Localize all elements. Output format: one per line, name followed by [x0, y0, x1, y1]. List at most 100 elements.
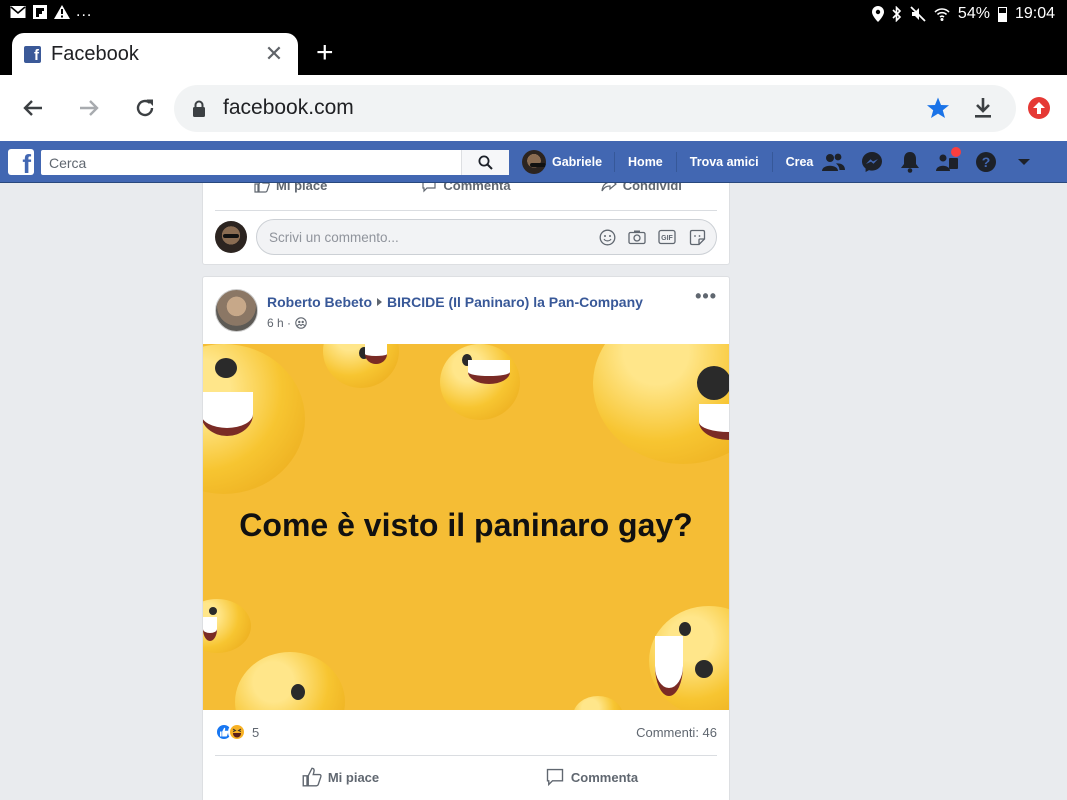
sticker-button[interactable]	[688, 228, 706, 246]
reload-button[interactable]	[129, 92, 161, 124]
post-actions: Mi piace Commenta	[215, 764, 717, 790]
laughing-emoji-center	[440, 344, 520, 420]
bluetooth-icon	[892, 6, 902, 22]
post-image[interactable]: Come è visto il paninaro gay?	[203, 344, 729, 710]
system-icons: 54% 19:04	[871, 5, 1055, 23]
reload-icon	[136, 99, 154, 117]
like-button[interactable]: Mi piace	[203, 183, 378, 195]
share-icon	[601, 183, 617, 192]
post-options-button[interactable]: •••	[695, 287, 717, 305]
download-icon[interactable]	[972, 96, 994, 120]
search-icon	[478, 155, 493, 170]
comment-input[interactable]	[269, 229, 598, 245]
user-avatar	[215, 221, 247, 253]
post-image-caption: Come è visto il paninaro gay?	[239, 507, 693, 543]
quick-help-button[interactable]	[936, 146, 961, 174]
gif-button[interactable]: GIF	[658, 228, 676, 246]
forward-arrow-icon	[80, 100, 99, 116]
search-input[interactable]	[41, 150, 461, 175]
like-label: Mi piace	[327, 769, 380, 785]
battery-icon	[997, 6, 1007, 22]
comment-label: Commenta	[443, 183, 511, 193]
comment-box[interactable]: GIF	[256, 219, 717, 255]
tab-strip: f Facebook ✕ +	[0, 30, 1067, 75]
like-button[interactable]: Mi piace	[215, 764, 466, 790]
laughing-emoji-bottom	[235, 652, 345, 710]
camera-icon	[628, 230, 646, 245]
laughing-emoji-top	[323, 344, 399, 388]
battery-percent: 54%	[957, 5, 990, 22]
comment-button[interactable]: Commenta	[466, 764, 717, 790]
header-icons: ?	[822, 141, 1035, 183]
friends-icon	[822, 153, 845, 171]
chrome-update-button[interactable]	[1028, 97, 1050, 119]
header-nav: Gabriele Home Trova amici Crea	[520, 141, 826, 183]
nav-home[interactable]: Home	[614, 152, 676, 172]
tab-title: Facebook	[51, 42, 139, 65]
like-label: Mi piace	[276, 183, 328, 193]
photo-button[interactable]	[628, 228, 646, 246]
group-name[interactable]: BIRCIDE (Il Paninaro) la Pan-Company	[387, 294, 643, 310]
laughing-emoji-small	[203, 599, 251, 653]
nav-create[interactable]: Crea	[771, 152, 827, 172]
profile-link[interactable]: Gabriele	[520, 150, 614, 174]
svg-text:GIF: GIF	[661, 235, 673, 242]
bell-icon	[900, 152, 919, 173]
mute-icon	[910, 6, 926, 22]
url-text: facebook.com	[223, 96, 354, 119]
facebook-favicon-icon: f	[24, 45, 41, 63]
close-tab-button[interactable]: ✕	[262, 41, 286, 67]
forward-button[interactable]	[73, 92, 105, 124]
help-button[interactable]: ?	[974, 151, 997, 174]
previous-post-actions: Mi piace Commenta Condividi	[203, 183, 729, 195]
account-menu-button[interactable]	[1012, 151, 1035, 174]
nav-find-friends[interactable]: Trova amici	[675, 152, 772, 172]
messenger-button[interactable]	[860, 151, 883, 174]
new-tab-button[interactable]: +	[316, 36, 334, 70]
status-bar: ... 54% 19:04	[0, 0, 1067, 30]
share-label: Condividi	[622, 183, 682, 193]
flipboard-icon	[33, 5, 47, 19]
comment-label: Commenta	[570, 769, 639, 785]
reactions-count[interactable]: 5	[252, 725, 259, 740]
haha-reaction-icon[interactable]	[228, 723, 246, 741]
emoji-button[interactable]	[598, 228, 616, 246]
wifi-icon	[934, 8, 950, 21]
bookmark-star-icon[interactable]	[926, 96, 950, 120]
address-bar[interactable]: facebook.com	[174, 85, 1016, 132]
author-name[interactable]: Roberto Bebeto	[267, 294, 372, 310]
friend-requests-button[interactable]	[822, 151, 845, 174]
laughing-emoji-peek	[573, 696, 623, 710]
back-arrow-icon	[23, 100, 42, 116]
sticker-icon	[689, 229, 705, 245]
comment-button[interactable]: Commenta	[378, 183, 553, 195]
update-arrow-icon	[1033, 102, 1045, 114]
post-title: Roberto Bebeto BIRCIDE (Il Paninaro) la …	[267, 294, 643, 310]
comment-composer: GIF	[215, 219, 717, 255]
facebook-logo[interactable]: f	[8, 149, 34, 175]
search-button[interactable]	[461, 150, 509, 175]
tab-facebook[interactable]: f Facebook ✕	[12, 33, 298, 75]
laughing-emoji-left	[203, 344, 305, 494]
share-button[interactable]: Condividi	[554, 183, 729, 195]
divider	[215, 210, 717, 211]
notifications-button[interactable]	[898, 151, 921, 174]
audience-group-icon	[295, 317, 307, 329]
comments-count[interactable]: Commenti: 46	[636, 725, 717, 740]
triangle-right-icon	[377, 298, 382, 306]
post-stats: 5 Commenti: 46	[215, 721, 717, 743]
emoji-icon	[599, 229, 615, 245]
help-icon: ?	[975, 152, 996, 172]
back-button[interactable]	[17, 92, 49, 124]
divider	[215, 755, 717, 756]
gif-icon: GIF	[658, 229, 676, 245]
post-time[interactable]: 6 h ·	[267, 316, 291, 330]
more-notifications: ...	[76, 3, 93, 20]
laughing-emoji-right	[593, 344, 729, 464]
svg-text:?: ?	[981, 154, 990, 170]
chevron-down-icon	[1017, 159, 1030, 165]
user-name: Gabriele	[552, 155, 603, 169]
author-avatar[interactable]	[215, 289, 258, 332]
user-avatar	[522, 150, 546, 174]
thumbs-up-icon	[254, 183, 270, 193]
